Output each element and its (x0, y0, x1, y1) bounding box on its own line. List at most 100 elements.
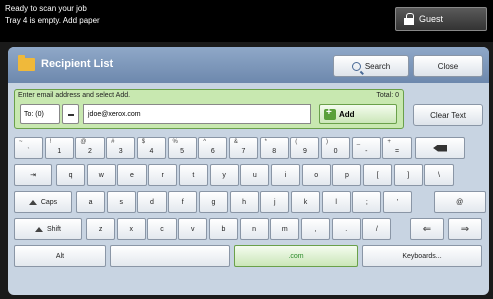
key-upper-label: ^ (203, 139, 207, 145)
key-y[interactable]: y (209, 164, 239, 186)
add-button[interactable]: Add (319, 104, 397, 124)
dotcom-label: .com (288, 252, 304, 260)
key-6[interactable]: ^ 6 (198, 137, 228, 159)
key-1[interactable]: ! 1 (44, 137, 74, 159)
minus-icon (68, 114, 74, 116)
key-`[interactable]: ~ ` (14, 137, 44, 159)
guest-button[interactable]: Guest (395, 7, 487, 31)
key-4[interactable]: $4 (136, 137, 166, 159)
key-[[interactable]: [ (363, 164, 393, 186)
key-z[interactable]: z (86, 218, 116, 240)
search-button[interactable]: Search (333, 55, 409, 77)
key-j[interactable]: j (260, 191, 290, 213)
key-x[interactable]: x (116, 218, 146, 240)
key-2[interactable]: @2 (75, 137, 105, 159)
add-icon (324, 107, 336, 120)
key-lower-label: 4 (149, 148, 154, 155)
key-i[interactable]: i (270, 164, 301, 186)
key-label: j (274, 199, 276, 206)
tab-key[interactable]: ⇥ (14, 164, 52, 186)
to-dropdown-button[interactable] (62, 104, 79, 124)
key-upper-label: + (387, 139, 391, 145)
page-title: Recipient List (41, 58, 114, 70)
key-label: ' (396, 199, 399, 206)
key-label: r (161, 172, 164, 179)
key-q[interactable]: q (56, 164, 86, 186)
key-/[interactable]: / (362, 218, 392, 240)
caps-lock-key[interactable]: Caps (14, 191, 72, 213)
key-8[interactable]: * 8 (259, 137, 289, 159)
entry-prompt: Enter email address and select Add. (18, 92, 131, 99)
key-r[interactable]: r (148, 164, 178, 186)
dotcom-key[interactable]: .com (234, 245, 358, 267)
key-a[interactable]: a (76, 191, 106, 213)
key-0[interactable]: ) 0 (321, 137, 351, 159)
backspace-key[interactable] (415, 137, 466, 159)
key-;[interactable]: ; (352, 191, 382, 213)
key-lower-label: 5 (180, 148, 185, 155)
keyboards-button[interactable]: Keyboards... (362, 245, 482, 267)
key-g[interactable]: g (198, 191, 228, 213)
key-h[interactable]: h (229, 191, 259, 213)
key-.[interactable]: . (331, 218, 361, 240)
key-9[interactable]: (9 (290, 137, 320, 159)
key-k[interactable]: k (290, 191, 321, 213)
key-label: w (98, 172, 104, 179)
key-p[interactable]: p (332, 164, 362, 186)
key-upper-label: ! (49, 139, 52, 145)
status-bar: Ready to scan your job Tray 4 is empty. … (0, 0, 493, 42)
key-,[interactable]: , (300, 218, 331, 240)
key-l[interactable]: l (321, 191, 351, 213)
key-w[interactable]: w (86, 164, 116, 186)
clear-text-button[interactable]: Clear Text (413, 104, 483, 126)
key-label: g (211, 199, 216, 206)
key--[interactable]: _ - (351, 137, 381, 159)
key-v[interactable]: v (178, 218, 208, 240)
shift-key[interactable]: Shift (14, 218, 82, 240)
key-label: ; (365, 199, 368, 206)
key-label: [ (376, 172, 379, 179)
key-\[interactable]: \ (424, 164, 454, 186)
key-m[interactable]: m (270, 218, 300, 240)
caps-arrow-icon (28, 199, 37, 205)
recipient-total: Total: 0 (376, 92, 399, 99)
key-7[interactable]: & 7 (228, 137, 259, 159)
key-t[interactable]: t (178, 164, 208, 186)
key-label: d (150, 199, 154, 206)
key-label: t (192, 172, 195, 179)
key-=[interactable]: + = (382, 137, 412, 159)
left-arrow-key[interactable]: ⇐ (410, 218, 444, 240)
key-5[interactable]: % 5 (167, 137, 197, 159)
key-upper-label: ) (326, 139, 328, 145)
alt-key[interactable]: Alt (14, 245, 106, 267)
left-arrow-icon: ⇐ (422, 223, 432, 235)
key-upper-label: # (111, 139, 115, 145)
key-][interactable]: ] (393, 164, 423, 186)
key-u[interactable]: u (240, 164, 270, 186)
key-d[interactable]: d (137, 191, 167, 213)
email-input[interactable]: jdoe@xerox.com (83, 104, 311, 124)
key-label: i (284, 172, 287, 179)
email-entry-area: Enter email address and select Add. Tota… (14, 89, 404, 129)
folder-icon (18, 55, 35, 71)
key-o[interactable]: o (301, 164, 331, 186)
key-e[interactable]: e (117, 164, 147, 186)
right-arrow-key[interactable]: ⇒ (448, 218, 482, 240)
key-n[interactable]: n (239, 218, 269, 240)
key-3[interactable]: #3 (106, 137, 136, 159)
key-lower-label: - (365, 148, 368, 155)
at-key[interactable]: @ (433, 191, 486, 213)
key-c[interactable]: c (147, 218, 177, 240)
key-b[interactable]: b (208, 218, 238, 240)
close-button[interactable]: Close (413, 55, 483, 77)
to-field-select[interactable]: To: (0) (20, 104, 60, 124)
key-upper-label: % (172, 139, 178, 145)
key-s[interactable]: s (106, 191, 136, 213)
key-label: \ (438, 172, 440, 179)
space-key[interactable] (110, 245, 230, 267)
key-'[interactable]: ' (383, 191, 413, 213)
key-label: m (281, 226, 288, 233)
key-f[interactable]: f (168, 191, 198, 213)
key-label: ] (407, 172, 410, 179)
key-lower-label: 0 (333, 148, 338, 155)
